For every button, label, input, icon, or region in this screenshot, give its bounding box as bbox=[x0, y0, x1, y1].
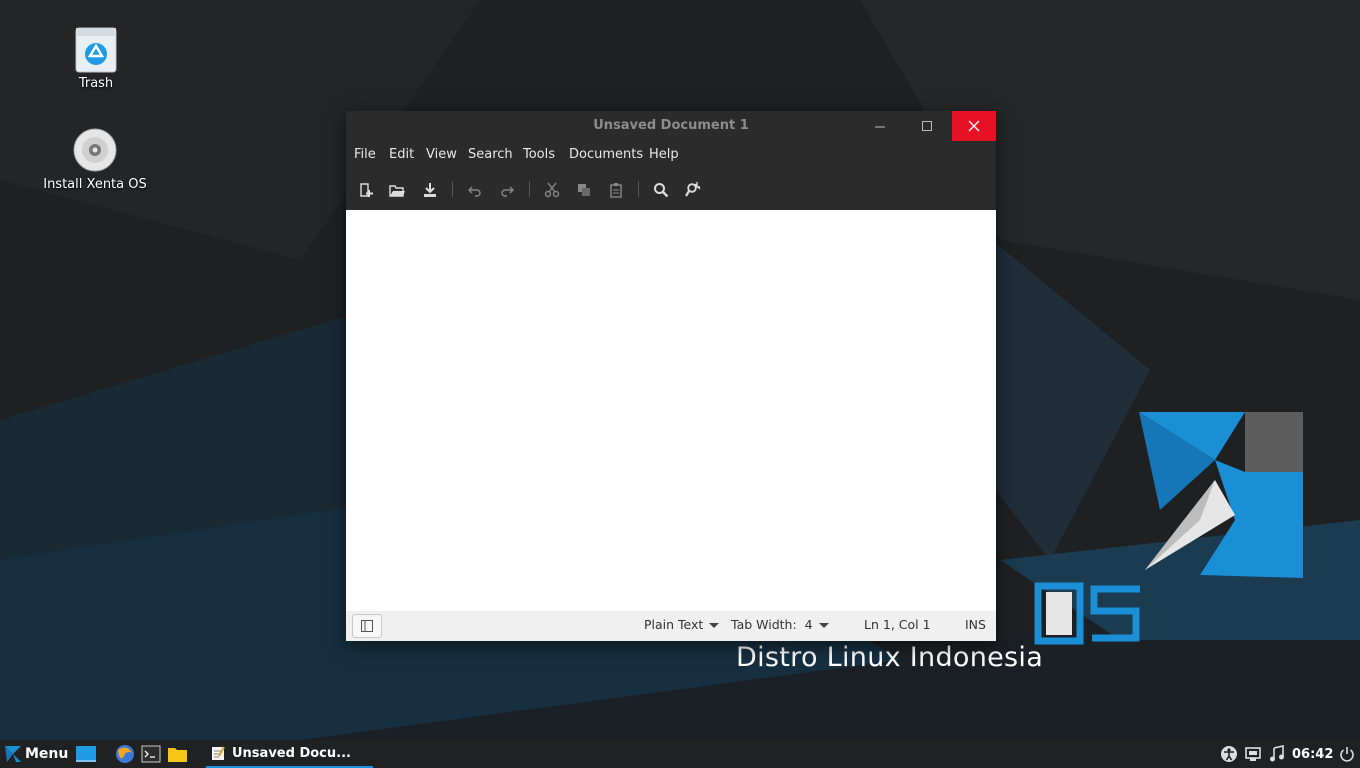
editor-window: Unsaved Document 1 File Edit View Search… bbox=[346, 111, 996, 641]
close-button[interactable] bbox=[952, 111, 996, 141]
text-editor-area[interactable] bbox=[346, 210, 996, 611]
menu-documents[interactable]: Documents bbox=[569, 141, 643, 169]
browser-icon bbox=[116, 745, 134, 763]
terminal-icon bbox=[141, 745, 161, 763]
toolbar-separator bbox=[452, 181, 453, 197]
open-button[interactable] bbox=[386, 179, 408, 201]
brand-tagline: Distro Linux Indonesia bbox=[736, 642, 1044, 673]
tab-width-selector[interactable]: Tab Width: 4 bbox=[731, 611, 829, 639]
chevron-down-icon bbox=[818, 623, 829, 628]
minimize-icon bbox=[875, 126, 885, 128]
taskbar-window-label: Unsaved Docu... bbox=[232, 745, 351, 761]
language-label: Plain Text bbox=[644, 617, 704, 632]
save-button[interactable] bbox=[419, 179, 441, 201]
minimize-button[interactable] bbox=[858, 111, 902, 141]
power-button[interactable] bbox=[1339, 740, 1355, 768]
menu-edit[interactable]: Edit bbox=[389, 141, 414, 169]
replace-icon bbox=[685, 182, 701, 197]
accessibility-icon bbox=[1221, 746, 1237, 762]
toolbar-separator bbox=[529, 181, 530, 197]
menu-label: Menu bbox=[25, 746, 69, 762]
trash-icon bbox=[73, 26, 119, 73]
paste-icon bbox=[610, 183, 622, 198]
copy-button[interactable] bbox=[573, 179, 595, 201]
desktop-icon-trash[interactable]: Trash bbox=[41, 26, 151, 91]
menu-bar: File Edit View Search Tools Documents He… bbox=[346, 141, 996, 169]
paste-button[interactable] bbox=[605, 179, 627, 201]
menu-button[interactable]: Menu bbox=[4, 740, 68, 768]
network-icon bbox=[1245, 747, 1261, 761]
accessibility-indicator[interactable] bbox=[1220, 740, 1238, 768]
clock[interactable]: 06:42 bbox=[1292, 740, 1333, 768]
side-panel-icon bbox=[361, 620, 373, 632]
tab-width-label: Tab Width: bbox=[731, 617, 797, 632]
folder-icon bbox=[168, 748, 187, 762]
find-icon bbox=[654, 183, 669, 198]
menu-file[interactable]: File bbox=[354, 141, 376, 169]
xenta-logo-icon bbox=[5, 746, 21, 762]
power-icon bbox=[1340, 747, 1354, 762]
side-panel-toggle-button[interactable] bbox=[352, 614, 382, 638]
menu-search[interactable]: Search bbox=[468, 141, 513, 169]
cut-icon bbox=[544, 182, 560, 198]
desktop-icon bbox=[76, 746, 96, 762]
network-indicator[interactable] bbox=[1244, 740, 1262, 768]
new-document-button[interactable] bbox=[355, 179, 377, 201]
cursor-position: Ln 1, Col 1 bbox=[864, 617, 931, 632]
cut-button[interactable] bbox=[541, 179, 563, 201]
find-button[interactable] bbox=[650, 179, 672, 201]
desktop-icon-label: Trash bbox=[78, 76, 114, 91]
status-bar: Plain Text Tab Width: 4 Ln 1, Col 1 INS bbox=[346, 611, 996, 641]
text-editor-icon bbox=[212, 746, 225, 760]
replace-button[interactable] bbox=[682, 179, 704, 201]
menu-tools[interactable]: Tools bbox=[523, 141, 555, 169]
menu-help[interactable]: Help bbox=[649, 141, 679, 169]
terminal-launcher[interactable] bbox=[141, 740, 161, 768]
cd-icon bbox=[72, 127, 118, 173]
taskbar: Menu Unsaved Docu... 06:42 bbox=[0, 740, 1360, 768]
file-manager-launcher[interactable] bbox=[167, 740, 189, 768]
redo-button[interactable] bbox=[496, 179, 518, 201]
maximize-button[interactable] bbox=[905, 111, 949, 141]
show-desktop-launcher[interactable] bbox=[75, 740, 97, 768]
toolbar bbox=[346, 169, 996, 210]
save-icon bbox=[424, 183, 436, 197]
volume-indicator[interactable] bbox=[1268, 740, 1286, 768]
taskbar-window-unsaved-document[interactable]: Unsaved Docu... bbox=[206, 740, 373, 768]
maximize-icon bbox=[922, 121, 932, 131]
open-icon bbox=[389, 185, 405, 197]
desktop-icon-install-xenta-os[interactable]: Install Xenta OS bbox=[40, 127, 150, 192]
music-note-icon bbox=[1270, 745, 1284, 762]
language-selector[interactable]: Plain Text bbox=[644, 611, 720, 639]
desktop-icon-label: Install Xenta OS bbox=[43, 177, 147, 192]
menu-view[interactable]: View bbox=[426, 141, 457, 169]
copy-icon bbox=[578, 184, 590, 196]
title-bar[interactable]: Unsaved Document 1 bbox=[346, 111, 996, 141]
new-document-icon bbox=[360, 183, 373, 197]
insert-mode: INS bbox=[965, 617, 986, 632]
undo-button[interactable] bbox=[464, 179, 486, 201]
close-icon bbox=[968, 120, 980, 132]
browser-launcher[interactable] bbox=[115, 740, 135, 768]
undo-icon bbox=[468, 186, 481, 197]
redo-icon bbox=[501, 186, 514, 197]
tab-width-value: 4 bbox=[804, 617, 813, 632]
toolbar-separator bbox=[638, 181, 639, 197]
chevron-down-icon bbox=[709, 623, 720, 628]
